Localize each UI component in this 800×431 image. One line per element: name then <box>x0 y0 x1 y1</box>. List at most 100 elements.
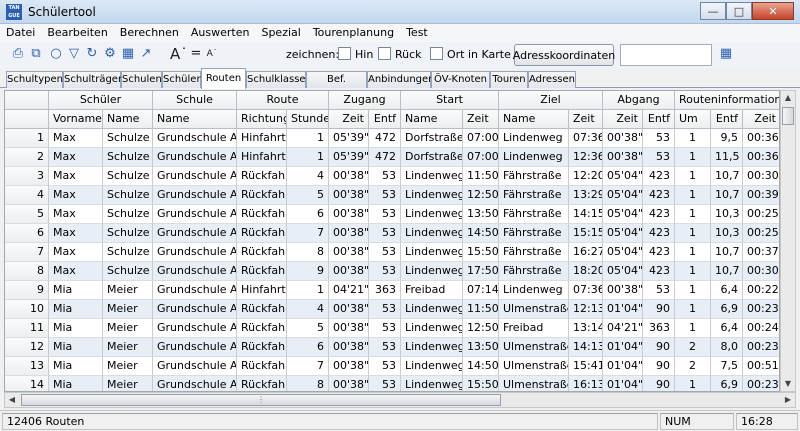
column-header[interactable]: Vorname <box>49 110 103 129</box>
font-larger-icon[interactable]: A˙ <box>170 46 188 62</box>
adresskoordinaten-button[interactable]: Adresskoordinaten <box>513 44 615 66</box>
stunde-cell[interactable]: 7 <box>287 224 329 243</box>
start-zeit-cell[interactable]: 14:50 <box>463 224 499 243</box>
routen-entf-cell[interactable]: 9,5 <box>711 129 743 148</box>
ziel-name-cell[interactable]: Fährstraße <box>499 186 569 205</box>
um-cell[interactable]: 1 <box>675 262 711 281</box>
zugang-entf-cell[interactable]: 363 <box>369 281 401 300</box>
ziel-name-cell[interactable]: Fährstraße <box>499 262 569 281</box>
abgang-zeit-cell[interactable]: 00'38" <box>603 281 643 300</box>
row-number[interactable]: 5 <box>5 205 49 224</box>
tab-touren[interactable]: Touren <box>490 71 528 88</box>
routen-zeit-cell[interactable]: 00:22 <box>743 281 779 300</box>
scroll-left-icon[interactable]: ◀ <box>5 393 19 407</box>
zugang-entf-cell[interactable]: 53 <box>369 357 401 376</box>
schueler-name-cell[interactable]: Meier <box>103 319 153 338</box>
column-header[interactable]: Richtung <box>237 110 287 129</box>
routen-zeit-cell[interactable]: 00:37 <box>743 243 779 262</box>
richtung-cell[interactable]: Rückfahrt <box>237 376 287 391</box>
zugang-zeit-cell[interactable]: 00'38" <box>329 167 369 186</box>
row-number[interactable]: 3 <box>5 167 49 186</box>
routen-zeit-cell[interactable]: 00:23 <box>743 338 779 357</box>
table-row[interactable]: 12MiaMeierGrundschule ARückfahrt600'38"5… <box>5 338 779 357</box>
routen-entf-cell[interactable]: 10,7 <box>711 243 743 262</box>
richtung-cell[interactable]: Rückfahrt <box>237 319 287 338</box>
um-cell[interactable]: 2 <box>675 357 711 376</box>
abgang-entf-cell[interactable]: 423 <box>643 262 675 281</box>
um-cell[interactable]: 1 <box>675 148 711 167</box>
ziel-zeit-cell[interactable]: 13:29 <box>569 186 603 205</box>
zugang-zeit-cell[interactable]: 00'38" <box>329 243 369 262</box>
vertical-scroll-thumb[interactable] <box>782 107 794 125</box>
richtung-cell[interactable]: Hinfahrt <box>237 148 287 167</box>
abgang-entf-cell[interactable]: 423 <box>643 186 675 205</box>
zugang-entf-cell[interactable]: 53 <box>369 167 401 186</box>
tab-schulen[interactable]: Schulen <box>121 71 162 88</box>
schueler-name-cell[interactable]: Schulze <box>103 205 153 224</box>
schueler-name-cell[interactable]: Schulze <box>103 167 153 186</box>
row-number[interactable]: 7 <box>5 243 49 262</box>
start-name-cell[interactable]: Lindenweg <box>401 262 463 281</box>
abgang-entf-cell[interactable]: 90 <box>643 338 675 357</box>
zugang-zeit-cell[interactable]: 00'38" <box>329 262 369 281</box>
row-number[interactable]: 12 <box>5 338 49 357</box>
start-zeit-cell[interactable]: 13:50 <box>463 205 499 224</box>
row-number[interactable]: 13 <box>5 357 49 376</box>
zugang-entf-cell[interactable]: 53 <box>369 186 401 205</box>
abgang-entf-cell[interactable]: 423 <box>643 243 675 262</box>
menu-spezial[interactable]: Spezial <box>255 24 306 42</box>
ziel-name-cell[interactable]: Ulmenstraße <box>499 300 569 319</box>
um-cell[interactable]: 1 <box>675 376 711 391</box>
column-header[interactable]: Zeit <box>329 110 369 129</box>
column-header[interactable]: Zeit <box>603 110 643 129</box>
start-zeit-cell[interactable]: 07:00 <box>463 129 499 148</box>
zugang-zeit-cell[interactable]: 00'38" <box>329 224 369 243</box>
close-button[interactable]: ✕ <box>752 2 794 20</box>
zugang-entf-cell[interactable]: 53 <box>369 224 401 243</box>
ziel-name-cell[interactable]: Fährstraße <box>499 205 569 224</box>
tab-adressen[interactable]: Adressen <box>528 71 576 88</box>
ziel-zeit-cell[interactable]: 07:36 <box>569 281 603 300</box>
schueler-name-cell[interactable]: Schulze <box>103 243 153 262</box>
routen-entf-cell[interactable]: 6,9 <box>711 300 743 319</box>
richtung-cell[interactable]: Rückfahrt <box>237 262 287 281</box>
routes-table[interactable]: Schüler Schule Route Zugang Start Ziel A… <box>4 90 780 392</box>
abgang-zeit-cell[interactable]: 05'04" <box>603 243 643 262</box>
filter-icon[interactable]: ▽ <box>66 46 82 62</box>
routen-zeit-cell[interactable]: 00:51 <box>743 357 779 376</box>
tab-anbindungen[interactable]: Anbindungen <box>367 71 435 88</box>
vorname-cell[interactable]: Max <box>49 224 103 243</box>
zugang-zeit-cell[interactable]: 05'39" <box>329 129 369 148</box>
vertical-scrollbar[interactable]: ▲ ▼ <box>780 90 796 392</box>
vorname-cell[interactable]: Mia <box>49 319 103 338</box>
zugang-entf-cell[interactable]: 53 <box>369 262 401 281</box>
ziel-zeit-cell[interactable]: 14:13 <box>569 338 603 357</box>
abgang-zeit-cell[interactable]: 01'04" <box>603 357 643 376</box>
abgang-entf-cell[interactable]: 363 <box>643 319 675 338</box>
zugang-zeit-cell[interactable]: 00'38" <box>329 376 369 391</box>
table-row[interactable]: 11MiaMeierGrundschule ARückfahrt500'38"5… <box>5 319 779 338</box>
routen-zeit-cell[interactable]: 00:23 <box>743 300 779 319</box>
column-header[interactable]: Name <box>103 110 153 129</box>
start-zeit-cell[interactable]: 11:50 <box>463 167 499 186</box>
maximize-button[interactable]: □ <box>726 2 752 20</box>
ziel-zeit-cell[interactable]: 18:20 <box>569 262 603 281</box>
abgang-zeit-cell[interactable]: 01'04" <box>603 338 643 357</box>
start-name-cell[interactable]: Dorfstraße <box>401 129 463 148</box>
vorname-cell[interactable]: Mia <box>49 281 103 300</box>
routen-zeit-cell[interactable]: 00:36 <box>743 129 779 148</box>
column-header[interactable]: Name <box>499 110 569 129</box>
start-zeit-cell[interactable]: 12:50 <box>463 186 499 205</box>
ziel-name-cell[interactable]: Lindenweg <box>499 281 569 300</box>
zugang-entf-cell[interactable]: 53 <box>369 338 401 357</box>
column-header[interactable]: Name <box>401 110 463 129</box>
row-number[interactable]: 1 <box>5 129 49 148</box>
start-zeit-cell[interactable]: 15:50 <box>463 243 499 262</box>
start-name-cell[interactable]: Lindenweg <box>401 319 463 338</box>
hin-checkbox[interactable] <box>338 47 351 60</box>
menu-datei[interactable]: Datei <box>0 24 41 42</box>
richtung-cell[interactable]: Rückfahrt <box>237 300 287 319</box>
richtung-cell[interactable]: Hinfahrt <box>237 281 287 300</box>
um-cell[interactable]: 1 <box>675 129 711 148</box>
abgang-entf-cell[interactable]: 53 <box>643 281 675 300</box>
